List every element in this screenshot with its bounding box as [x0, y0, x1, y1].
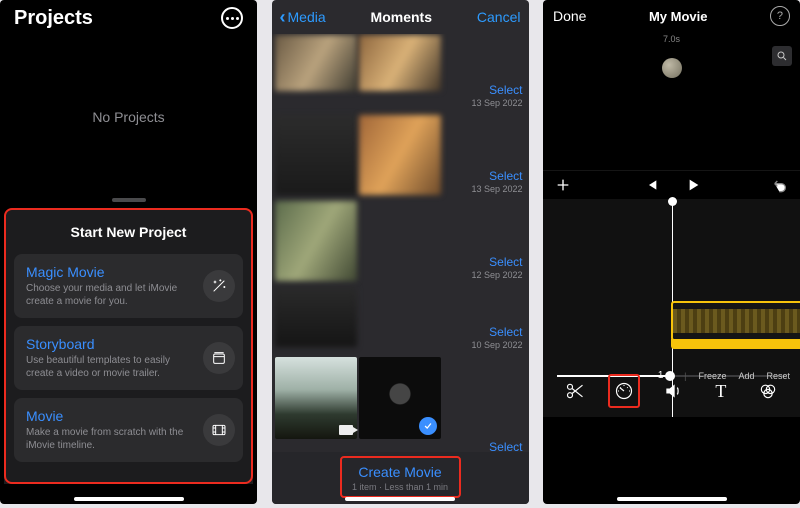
screen-projects: Projects No Projects Start New Project M… — [0, 0, 257, 504]
home-indicator[interactable] — [345, 497, 455, 501]
media-thumb[interactable] — [275, 357, 357, 439]
media-thumb[interactable] — [359, 35, 441, 91]
select-group-button[interactable]: Select — [471, 255, 522, 269]
moment-group: Select 10 Sep 2022 — [272, 286, 529, 356]
option-movie[interactable]: Movie Make a movie from scratch with the… — [14, 398, 243, 462]
page-title: Moments — [371, 9, 432, 25]
moments-header: ‹ Media Moments Cancel — [272, 0, 529, 34]
film-icon — [203, 414, 235, 446]
select-group-button[interactable]: Select — [471, 325, 522, 339]
volume-icon[interactable] — [659, 376, 687, 406]
option-storyboard[interactable]: Storyboard Use beautiful templates to ea… — [14, 326, 243, 390]
undo-button[interactable] — [772, 177, 788, 193]
media-thumb-selected[interactable] — [359, 357, 441, 439]
option-title: Magic Movie — [26, 264, 195, 280]
project-title: My Movie — [649, 9, 708, 24]
storyboard-icon — [203, 342, 235, 374]
moment-group: Select 12 Sep 2022 — [272, 200, 529, 286]
media-thumb[interactable] — [359, 115, 441, 195]
select-group-button[interactable]: Select — [471, 169, 522, 183]
projects-header: Projects — [0, 0, 257, 36]
skip-back-button[interactable] — [643, 177, 659, 193]
preview-viewport[interactable]: 7.0s — [543, 32, 800, 170]
option-magic-movie[interactable]: Magic Movie Choose your media and let iM… — [14, 254, 243, 318]
timeline[interactable]: 1 × | Freeze Add Reset T — [543, 199, 800, 417]
chevron-left-icon: ‹ — [280, 7, 286, 28]
play-button[interactable] — [685, 177, 701, 193]
editor-toolbar: T — [543, 371, 800, 417]
media-thumb[interactable] — [275, 287, 357, 347]
option-desc: Choose your media and let iMovie create … — [26, 282, 195, 308]
wand-icon — [203, 270, 235, 302]
option-desc: Use beautiful templates to easily create… — [26, 354, 195, 380]
help-icon[interactable]: ? — [770, 6, 790, 26]
screen-editor: Done My Movie ? 7.0s — [543, 0, 800, 504]
option-title: Storyboard — [26, 336, 195, 352]
preview-frame — [662, 58, 682, 78]
zoom-icon[interactable] — [772, 46, 792, 66]
video-icon — [339, 425, 353, 435]
new-project-sheet: Start New Project Magic Movie Choose you… — [4, 208, 253, 484]
highlight-box-red — [340, 456, 461, 498]
media-thumb[interactable] — [275, 35, 357, 91]
audio-track[interactable] — [671, 339, 800, 349]
option-title: Movie — [26, 408, 195, 424]
group-date: 12 Sep 2022 — [471, 270, 522, 280]
sheet-title: Start New Project — [12, 214, 245, 254]
page-title: Projects — [14, 7, 93, 30]
home-indicator[interactable] — [617, 497, 727, 501]
media-thumb[interactable] — [275, 115, 357, 195]
scissors-icon[interactable] — [561, 376, 589, 406]
group-date: 13 Sep 2022 — [471, 184, 522, 194]
screen-moments: ‹ Media Moments Cancel Select 13 Sep 202… — [272, 0, 529, 504]
titles-icon[interactable]: T — [707, 376, 735, 406]
back-label: Media — [288, 9, 326, 25]
add-clip-button[interactable] — [555, 177, 571, 193]
sheet-grabber[interactable] — [112, 198, 146, 202]
home-indicator[interactable] — [74, 497, 184, 501]
select-group-button[interactable]: Select — [489, 440, 522, 452]
moment-group: Select 13 Sep 2022 — [272, 34, 529, 114]
media-scroll[interactable]: Select 13 Sep 2022 Select 13 Sep 2022 — [272, 34, 529, 452]
selected-check-icon — [419, 417, 437, 435]
filters-icon[interactable] — [754, 376, 782, 406]
speedometer-icon[interactable] — [608, 374, 640, 408]
editor-header: Done My Movie ? — [543, 0, 800, 32]
more-menu-icon[interactable] — [221, 7, 243, 29]
transport-controls — [543, 170, 800, 199]
group-date: 13 Sep 2022 — [471, 98, 522, 108]
media-thumb[interactable] — [275, 201, 357, 281]
moment-group: Select 13 Sep 2022 — [272, 114, 529, 200]
option-desc: Make a movie from scratch with the iMovi… — [26, 426, 195, 452]
done-button[interactable]: Done — [553, 8, 586, 24]
video-clip[interactable] — [671, 301, 800, 341]
group-date: 10 Sep 2022 — [471, 340, 522, 350]
timestamp-label: 7.0s — [663, 34, 680, 44]
back-button[interactable]: ‹ Media — [280, 7, 326, 28]
select-group-button[interactable]: Select — [471, 83, 522, 97]
cancel-button[interactable]: Cancel — [477, 9, 521, 25]
empty-state-text: No Projects — [0, 36, 257, 198]
moment-group: Select — [272, 356, 529, 440]
